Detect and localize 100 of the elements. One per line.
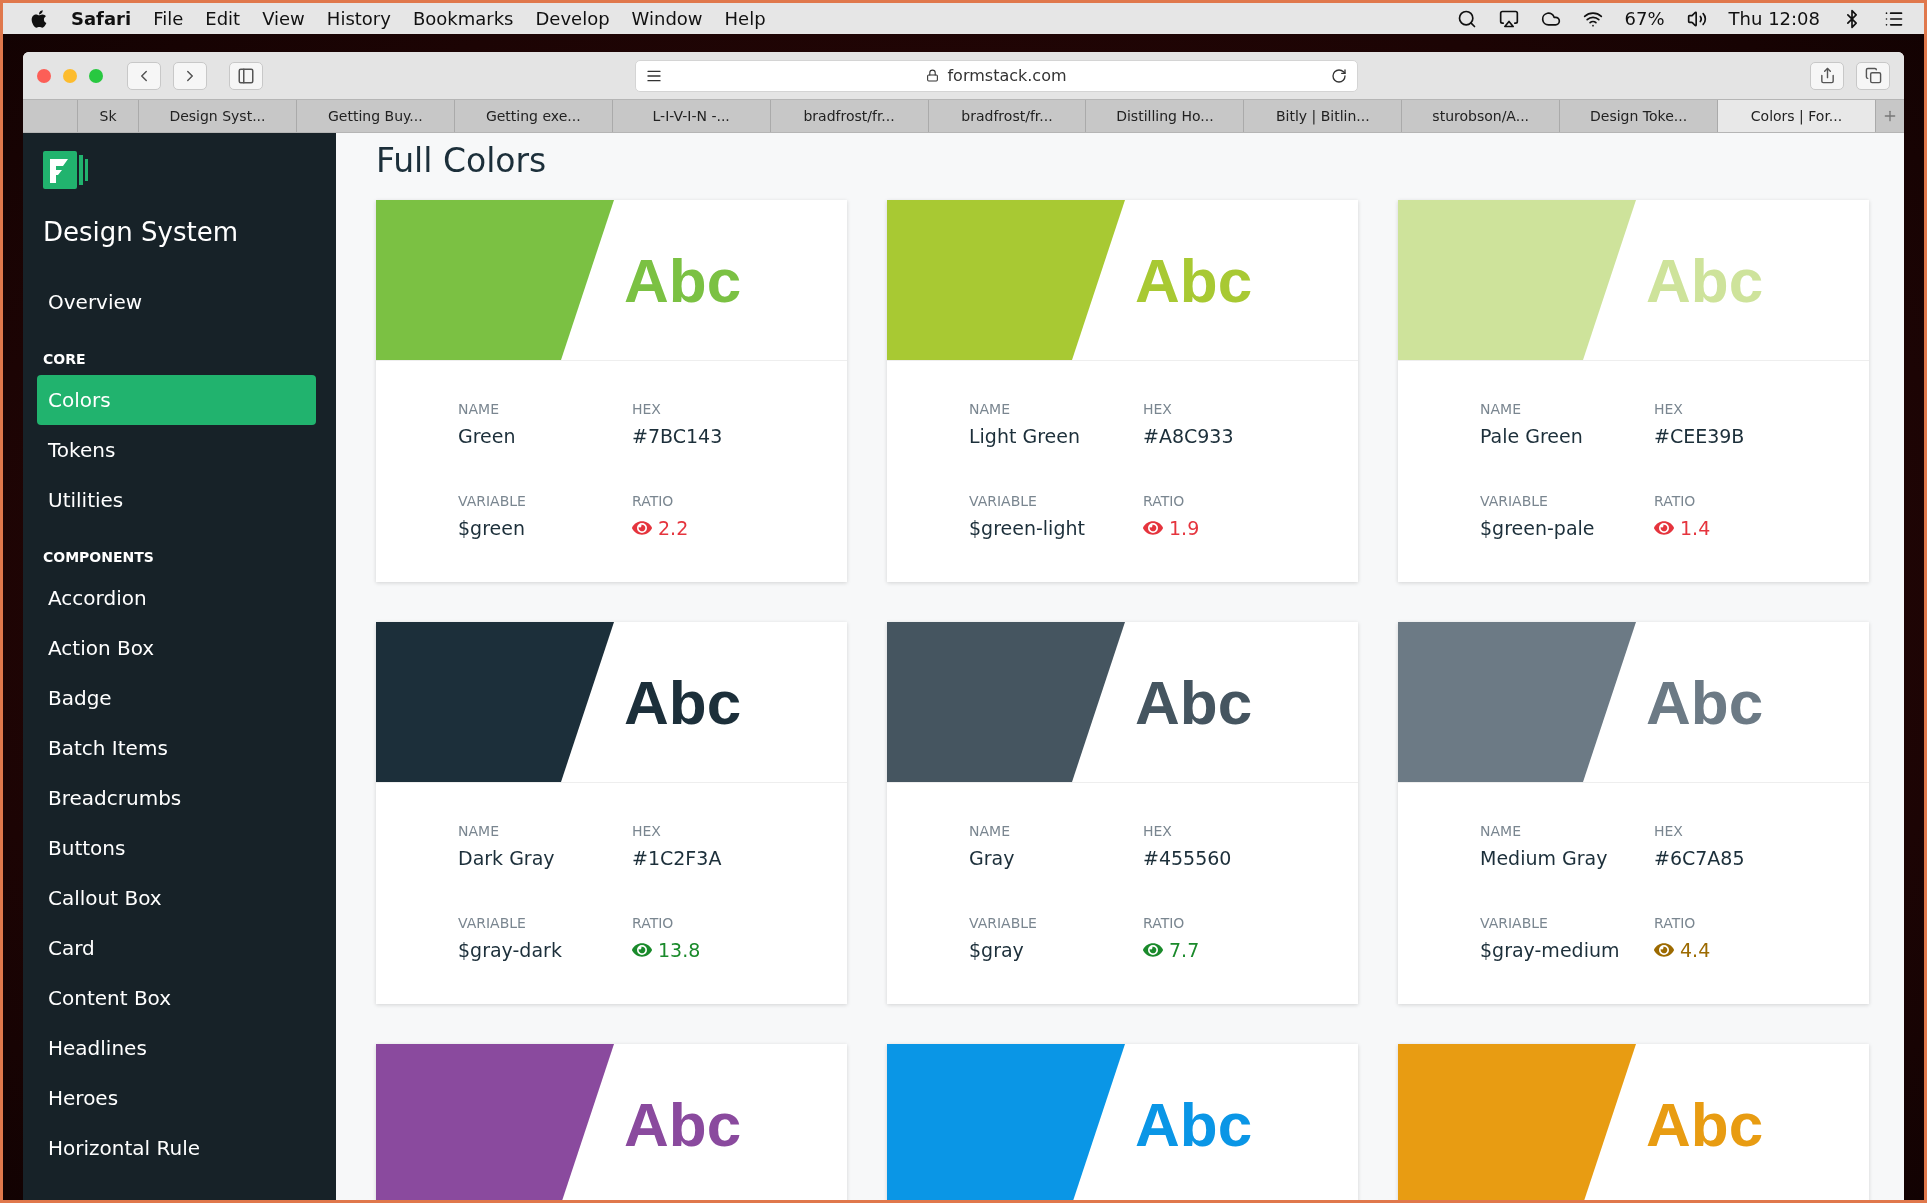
browser-tab[interactable]: Sk — [78, 100, 139, 132]
menu-item[interactable]: Safari — [71, 8, 132, 29]
field-label: NAME — [1480, 401, 1522, 417]
menu-item[interactable]: View — [262, 8, 305, 29]
browser-tab[interactable]: L-I-V-I-N -... — [612, 100, 771, 132]
volume-icon[interactable] — [1686, 8, 1707, 29]
color-name: Gray — [969, 847, 1016, 869]
sample-text: Abc — [1646, 1088, 1764, 1160]
field-label: VARIABLE — [458, 493, 527, 509]
logo-icon — [43, 151, 91, 191]
menu-item[interactable]: History — [326, 8, 391, 29]
sidebar-icon — [237, 66, 255, 85]
field-label: RATIO — [1654, 915, 1697, 931]
tabs-button[interactable] — [1856, 61, 1890, 90]
nav-item[interactable]: Card — [37, 923, 316, 973]
apple-icon[interactable] — [29, 8, 49, 29]
nav-item[interactable]: Action Box — [37, 623, 316, 673]
variable-name: $gray-medium — [1480, 939, 1621, 961]
variable-name: $green — [458, 517, 526, 539]
field-label: VARIABLE — [1480, 493, 1549, 509]
field-label: NAME — [969, 823, 1011, 839]
nav-item[interactable]: Utilities — [37, 475, 316, 525]
field-label: RATIO — [1143, 915, 1186, 931]
field-label: HEX — [1143, 401, 1173, 417]
field-label: VARIABLE — [969, 493, 1038, 509]
browser-tab[interactable]: Design Syst... — [139, 100, 297, 132]
sample-text: Abc — [1646, 666, 1764, 738]
field-label: VARIABLE — [1480, 915, 1549, 931]
field-label: HEX — [1143, 823, 1173, 839]
field-label: NAME — [969, 401, 1011, 417]
address-bar[interactable]: formstack.com — [635, 59, 1358, 92]
nav-item[interactable]: Overview — [37, 277, 316, 327]
hex-value: #CEE39B — [1654, 425, 1746, 447]
nav-item[interactable]: Tokens — [37, 425, 316, 475]
contrast-ratio: 4.4 — [1680, 939, 1711, 961]
nav-item[interactable]: Batch Items — [37, 723, 316, 773]
field-label: NAME — [1480, 823, 1522, 839]
contrast-ratio: 2.2 — [658, 517, 689, 539]
sample-text: Abc — [624, 244, 742, 316]
nav-item[interactable]: Callout Box — [37, 873, 316, 923]
sidebar-button[interactable] — [229, 61, 263, 90]
field-label: VARIABLE — [969, 915, 1038, 931]
browser-tab[interactable]: bradfrost/fr... — [928, 100, 1087, 132]
hex-value: #7BC143 — [632, 425, 724, 447]
field-label: NAME — [458, 823, 500, 839]
hex-value: #6C7A85 — [1654, 847, 1746, 869]
sample-text: Abc — [1135, 244, 1253, 316]
browser-tab[interactable]: Bitly | Bitlin... — [1244, 100, 1403, 132]
search-icon[interactable] — [1456, 8, 1477, 29]
battery-percent: 67% — [1624, 8, 1665, 29]
nav-item[interactable]: Horizontal Rule — [37, 1123, 316, 1173]
field-label: NAME — [458, 401, 500, 417]
field-label: HEX — [632, 401, 662, 417]
menu-item[interactable]: Window — [631, 8, 703, 29]
airplay-icon[interactable] — [1498, 8, 1519, 29]
sample-text: Abc — [1646, 244, 1764, 316]
variable-name: $gray-dark — [458, 939, 563, 961]
field-label: HEX — [1654, 823, 1684, 839]
color-name: Light Green — [969, 425, 1081, 447]
menu-item[interactable]: File — [153, 8, 184, 29]
menu-item[interactable]: Help — [724, 8, 766, 29]
variable-name: $gray — [969, 939, 1025, 961]
color-name: Dark Gray — [458, 847, 556, 869]
nav-item[interactable]: Breadcrumbs — [37, 773, 316, 823]
nav-item[interactable]: Headlines — [37, 1023, 316, 1073]
color-name: Green — [458, 425, 517, 447]
browser-tab[interactable]: bradfrost/fr... — [770, 100, 929, 132]
hex-value: #A8C933 — [1143, 425, 1235, 447]
browser-tab[interactable]: Getting Buy... — [296, 100, 455, 132]
browser-tab[interactable]: Distilling Ho... — [1086, 100, 1245, 132]
browser-tab[interactable]: Colors | For... — [1718, 100, 1876, 132]
section-heading: CORE — [43, 351, 87, 367]
share-button[interactable] — [1810, 61, 1844, 90]
menu-item[interactable]: Develop — [535, 8, 610, 29]
nav-item[interactable]: Heroes — [37, 1073, 316, 1123]
field-label: RATIO — [632, 915, 675, 931]
field-label: RATIO — [1143, 493, 1186, 509]
sample-text: Abc — [1135, 1088, 1253, 1160]
color-name: Medium Gray — [1480, 847, 1609, 869]
tabs-icon — [1864, 67, 1882, 84]
color-name: Pale Green — [1480, 425, 1584, 447]
clock: Thu 12:08 — [1728, 8, 1820, 29]
nav-item[interactable]: Content Box — [37, 973, 316, 1023]
browser-tab[interactable]: Getting exe... — [454, 100, 613, 132]
nav-item[interactable]: Accordion — [37, 573, 316, 623]
sample-text: Abc — [624, 1088, 742, 1160]
reload-icon[interactable] — [1331, 67, 1347, 84]
section-heading: COMPONENTS — [43, 549, 155, 565]
browser-tab[interactable]: sturobson/A... — [1402, 100, 1561, 132]
hex-value: #1C2F3A — [632, 847, 723, 869]
lock-icon — [926, 69, 940, 82]
field-label: RATIO — [632, 493, 675, 509]
sidebar-title: Design System — [43, 217, 239, 247]
field-label: VARIABLE — [458, 915, 527, 931]
nav-item[interactable]: Buttons — [37, 823, 316, 873]
menu-item[interactable]: Bookmarks — [412, 8, 514, 29]
nav-item[interactable]: Badge — [37, 673, 316, 723]
menu-item[interactable]: Edit — [205, 8, 241, 29]
variable-name: $green-light — [969, 517, 1086, 539]
page-title: Full Colors — [376, 141, 548, 180]
